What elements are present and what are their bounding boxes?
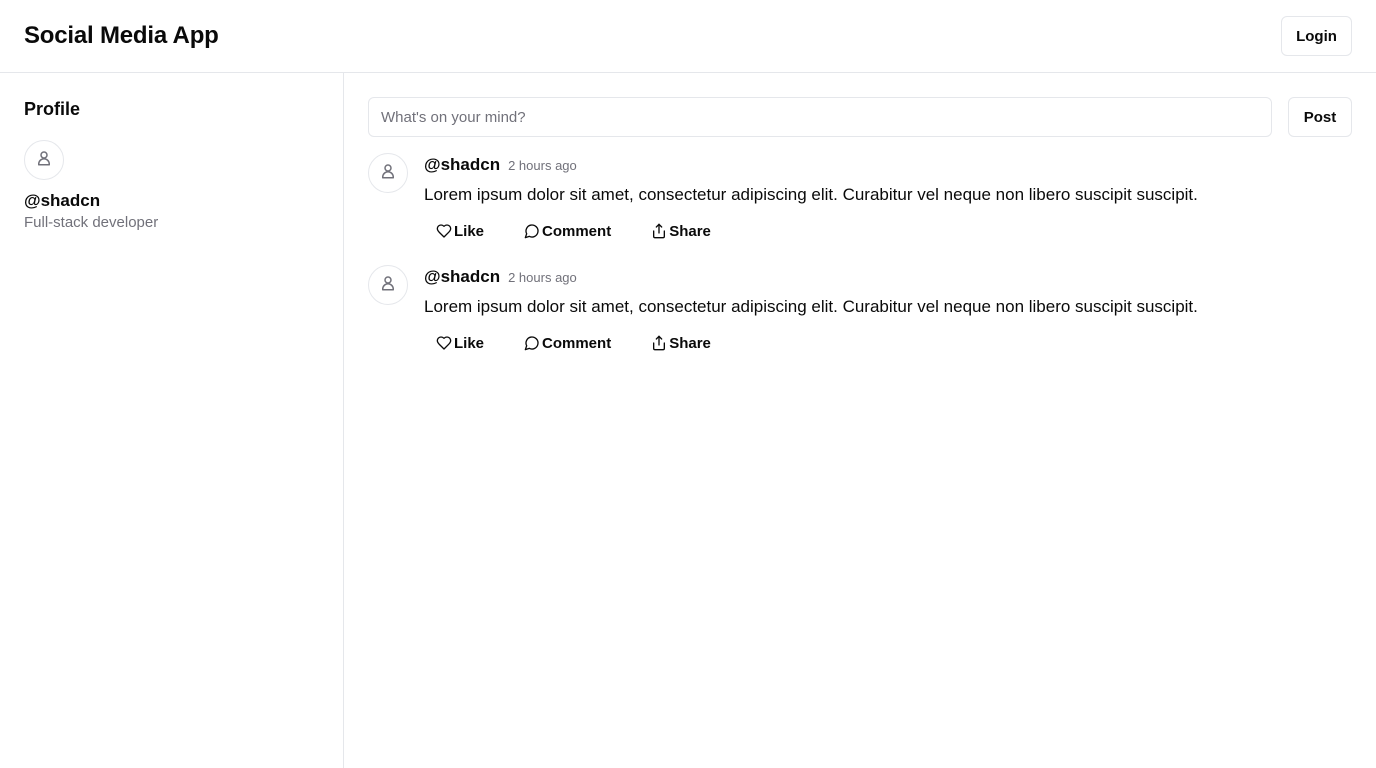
- share-label: Share: [669, 334, 711, 352]
- user-icon: [379, 162, 397, 185]
- app-title: Social Media App: [24, 22, 219, 49]
- comment-button[interactable]: Comment: [512, 213, 623, 249]
- post-author: @shadcn: [424, 155, 501, 174]
- comment-button[interactable]: Comment: [512, 325, 623, 361]
- like-button[interactable]: Like: [424, 213, 496, 249]
- message-circle-icon: [524, 223, 540, 239]
- heart-icon: [436, 223, 452, 239]
- user-icon: [379, 274, 397, 297]
- share-button[interactable]: Share: [639, 213, 723, 249]
- login-button[interactable]: Login: [1281, 16, 1352, 56]
- post-card: @shadcn 2 hours ago Lorem ipsum dolor si…: [368, 265, 1352, 361]
- post-text: Lorem ipsum dolor sit amet, consectetur …: [424, 185, 1198, 204]
- like-button[interactable]: Like: [424, 325, 496, 361]
- post-text: Lorem ipsum dolor sit amet, consectetur …: [424, 297, 1198, 316]
- post-card: @shadcn 2 hours ago Lorem ipsum dolor si…: [368, 153, 1352, 249]
- profile-bio: Full-stack developer: [24, 214, 159, 231]
- like-label: Like: [454, 222, 485, 240]
- post-timestamp: 2 hours ago: [508, 158, 577, 173]
- post-author: @shadcn: [424, 267, 501, 286]
- post-button[interactable]: Post: [1288, 97, 1352, 137]
- comment-label: Comment: [542, 334, 612, 352]
- comment-label: Comment: [542, 222, 612, 240]
- like-label: Like: [454, 334, 485, 352]
- app-header: Social Media App Login: [0, 0, 1376, 73]
- share-label: Share: [669, 222, 711, 240]
- avatar: [24, 140, 64, 180]
- post-composer: Post: [368, 97, 1352, 137]
- avatar: [368, 265, 408, 305]
- message-circle-icon: [524, 335, 540, 351]
- share-icon: [651, 335, 667, 351]
- feed: Post @shadcn 2 hours ago Lorem ipsum dol…: [344, 73, 1376, 768]
- avatar: [368, 153, 408, 193]
- post-actions: Like Comment Share: [424, 213, 1352, 249]
- profile-sidebar: Profile @shadcn Full-stack developer: [0, 73, 344, 768]
- share-button[interactable]: Share: [639, 325, 723, 361]
- profile-heading: Profile: [24, 99, 81, 119]
- share-icon: [651, 223, 667, 239]
- user-icon: [35, 149, 53, 172]
- post-timestamp: 2 hours ago: [508, 270, 577, 285]
- profile-handle: @shadcn: [24, 191, 101, 210]
- post-actions: Like Comment Share: [424, 325, 1352, 361]
- post-input[interactable]: [368, 97, 1272, 137]
- heart-icon: [436, 335, 452, 351]
